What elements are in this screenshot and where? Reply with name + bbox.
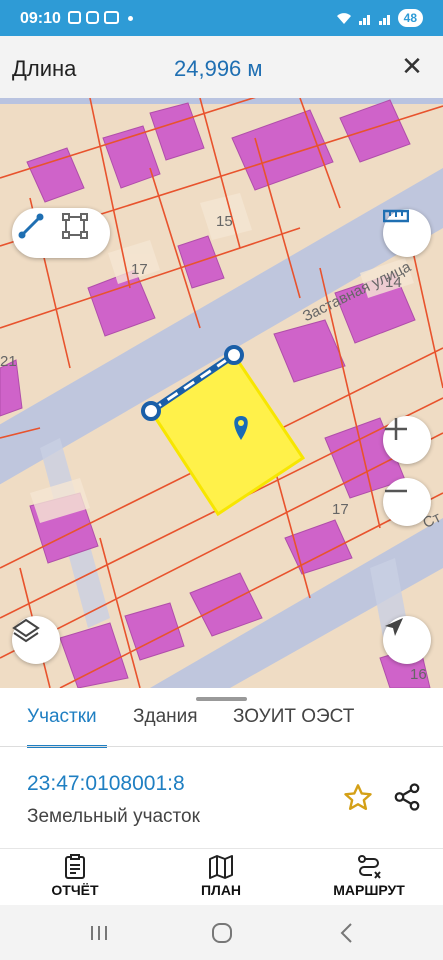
zoom-in-button[interactable] xyxy=(383,416,431,464)
house-number: 17 xyxy=(131,261,148,278)
house-number: 16 xyxy=(410,666,427,683)
area-measure-icon[interactable] xyxy=(60,211,104,255)
map-view[interactable]: 15 17 14 21 17 16 Ст Заставная улица xyxy=(0,98,443,688)
close-icon[interactable]: ✕ xyxy=(399,50,425,82)
share-icon[interactable] xyxy=(392,782,424,816)
signal-icon-2 xyxy=(378,12,392,25)
report-icon xyxy=(65,854,85,879)
building xyxy=(26,147,85,203)
building xyxy=(102,125,161,189)
measure-value: 24,996 м xyxy=(174,56,263,81)
system-navigation-bar xyxy=(0,905,443,960)
map-plan-icon xyxy=(209,855,233,879)
route-button[interactable]: МАРШРУТ xyxy=(314,854,424,902)
map-canvas[interactable] xyxy=(0,98,443,688)
tab-zones[interactable]: ЗОУИТ ОЭСТ xyxy=(233,706,354,728)
plan-label: ПЛАН xyxy=(200,882,242,898)
recent-apps-icon[interactable] xyxy=(84,918,114,948)
star-icon[interactable] xyxy=(342,782,376,816)
cadastral-number[interactable]: 23:47:0108001:8 xyxy=(27,772,185,796)
tab-parcels[interactable]: Участки xyxy=(27,706,97,728)
message-icon xyxy=(104,11,119,24)
my-location-button[interactable] xyxy=(383,616,431,664)
instagram-icon xyxy=(86,11,99,24)
parcel-type: Земельный участок xyxy=(27,806,200,827)
signal-icon xyxy=(358,12,372,25)
notification-dot-icon xyxy=(128,16,133,21)
plus-icon xyxy=(385,418,407,440)
notification-icons xyxy=(68,11,119,24)
building xyxy=(59,622,129,688)
house-number: 21 xyxy=(0,353,17,370)
measure-mode-toggle xyxy=(12,208,110,258)
screenshot-icon xyxy=(68,11,81,24)
report-button[interactable]: ОТЧЁТ xyxy=(20,854,130,902)
layers-icon xyxy=(12,618,40,643)
back-icon[interactable] xyxy=(332,918,362,948)
tab-buildings[interactable]: Здания xyxy=(133,706,198,728)
plan-button[interactable]: ПЛАН xyxy=(166,854,276,902)
measure-title: Длина xyxy=(12,56,77,81)
measure-header: Длина 24,996 м ✕ xyxy=(0,36,443,98)
house-number: 15 xyxy=(216,213,233,230)
zoom-out-button[interactable] xyxy=(383,478,431,526)
building xyxy=(339,99,411,163)
system-icons: 48 xyxy=(336,9,423,27)
building xyxy=(124,602,185,661)
building xyxy=(284,519,353,575)
report-label: ОТЧЁТ xyxy=(51,882,99,898)
building xyxy=(149,102,205,161)
action-bar: ОТЧЁТ ПЛАН МАРШРУТ xyxy=(0,852,443,904)
info-tabs: Участки Здания ЗОУИТ ОЭСТ xyxy=(0,706,443,748)
sheet-drag-handle[interactable] xyxy=(196,697,247,701)
battery-indicator: 48 xyxy=(397,9,423,27)
measure-point-end xyxy=(224,345,244,365)
line-measure-icon[interactable] xyxy=(16,211,60,255)
status-time: 09:10 xyxy=(20,10,61,27)
sheet-divider xyxy=(0,848,443,849)
street-top xyxy=(0,98,443,104)
home-icon[interactable] xyxy=(207,918,237,948)
building xyxy=(189,572,263,637)
tabs-divider xyxy=(0,746,443,747)
measure-point-start xyxy=(141,401,161,421)
wifi-icon xyxy=(336,13,351,24)
minus-icon xyxy=(385,489,407,493)
building xyxy=(231,109,334,191)
ruler-icon[interactable] xyxy=(383,209,431,257)
route-label: МАРШРУТ xyxy=(333,882,405,898)
navigation-arrow-icon xyxy=(385,618,403,636)
route-icon xyxy=(358,855,381,879)
status-bar: 09:10 48 xyxy=(0,0,443,36)
house-number: 17 xyxy=(332,501,349,518)
layers-button[interactable] xyxy=(12,616,60,664)
